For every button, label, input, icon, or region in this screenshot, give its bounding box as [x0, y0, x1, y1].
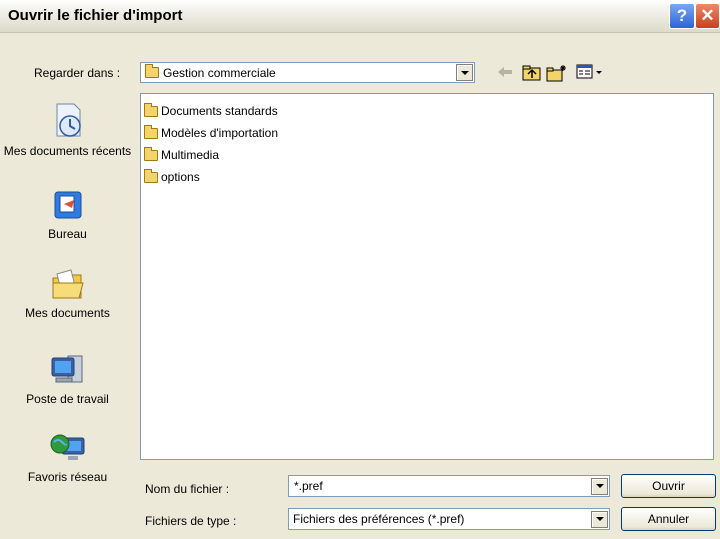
up-folder-button[interactable] [522, 64, 542, 84]
filename-input[interactable]: *.pref [288, 475, 610, 497]
place-label: Bureau [48, 227, 87, 241]
filetype-dropdown[interactable]: Fichiers des préférences (*.pref) [288, 508, 610, 530]
folder-icon [144, 102, 158, 117]
place-recent-documents[interactable]: Mes documents récents [0, 102, 135, 158]
place-label: Mes documents [25, 306, 110, 320]
view-menu-icon [576, 64, 602, 79]
list-item[interactable]: Modèles d'importation [144, 124, 279, 141]
chevron-down-icon[interactable] [591, 510, 608, 528]
folder-icon [144, 124, 158, 139]
new-folder-icon [546, 65, 566, 82]
look-in-label: Regarder dans : [34, 66, 121, 80]
folder-icon [144, 146, 158, 161]
place-my-documents[interactable]: Mes documents [0, 268, 135, 320]
file-name: Modèles d'importation [161, 126, 279, 140]
my-documents-icon [52, 269, 84, 299]
help-icon: ? [676, 6, 688, 25]
new-folder-button[interactable] [546, 64, 568, 85]
chevron-down-icon[interactable] [591, 477, 608, 495]
place-network[interactable]: Favoris réseau [0, 430, 135, 484]
help-button[interactable]: ? [669, 3, 695, 29]
place-label: Poste de travail [26, 392, 109, 406]
back-arrow-icon [498, 67, 512, 77]
list-item[interactable]: Multimedia [144, 146, 220, 163]
file-list[interactable]: Documents standards Modèles d'importatio… [140, 93, 714, 460]
open-button-label: Ouvrir [652, 479, 685, 493]
open-button[interactable]: Ouvrir [621, 474, 716, 498]
file-name: options [161, 170, 200, 184]
my-computer-icon [51, 355, 82, 383]
filetype-label: Fichiers de type : [145, 514, 237, 528]
chevron-down-icon[interactable] [456, 64, 473, 81]
window-title: Ouvrir le fichier d'import [8, 7, 183, 24]
up-folder-icon [522, 65, 541, 81]
look-in-value: Gestion commerciale [163, 65, 276, 80]
recent-documents-icon [56, 103, 81, 137]
place-desktop[interactable]: Bureau [0, 189, 135, 241]
close-button[interactable]: ✕ [695, 3, 720, 29]
folder-icon [145, 64, 159, 78]
cancel-button-label: Annuler [647, 512, 690, 526]
filename-value: *.pref [294, 479, 323, 493]
back-button[interactable] [496, 64, 514, 83]
view-menu-button[interactable] [576, 64, 604, 83]
list-item[interactable]: options [144, 168, 200, 185]
file-name: Multimedia [161, 148, 220, 162]
title-bar: Ouvrir le fichier d'import ? ✕ [0, 0, 720, 33]
place-label: Favoris réseau [27, 470, 108, 484]
desktop-icon [54, 191, 81, 219]
cancel-button[interactable]: Annuler [621, 507, 716, 531]
file-name: Documents standards [161, 104, 278, 118]
place-my-computer[interactable]: Poste de travail [0, 352, 135, 406]
filetype-value: Fichiers des préférences (*.pref) [293, 512, 465, 526]
network-places-icon [50, 434, 84, 460]
folder-icon [144, 168, 158, 183]
place-label: Mes documents récents [3, 144, 132, 158]
look-in-dropdown[interactable]: Gestion commerciale [140, 62, 475, 83]
close-icon: ✕ [700, 6, 715, 25]
list-item[interactable]: Documents standards [144, 102, 278, 119]
filename-label: Nom du fichier : [145, 482, 230, 496]
